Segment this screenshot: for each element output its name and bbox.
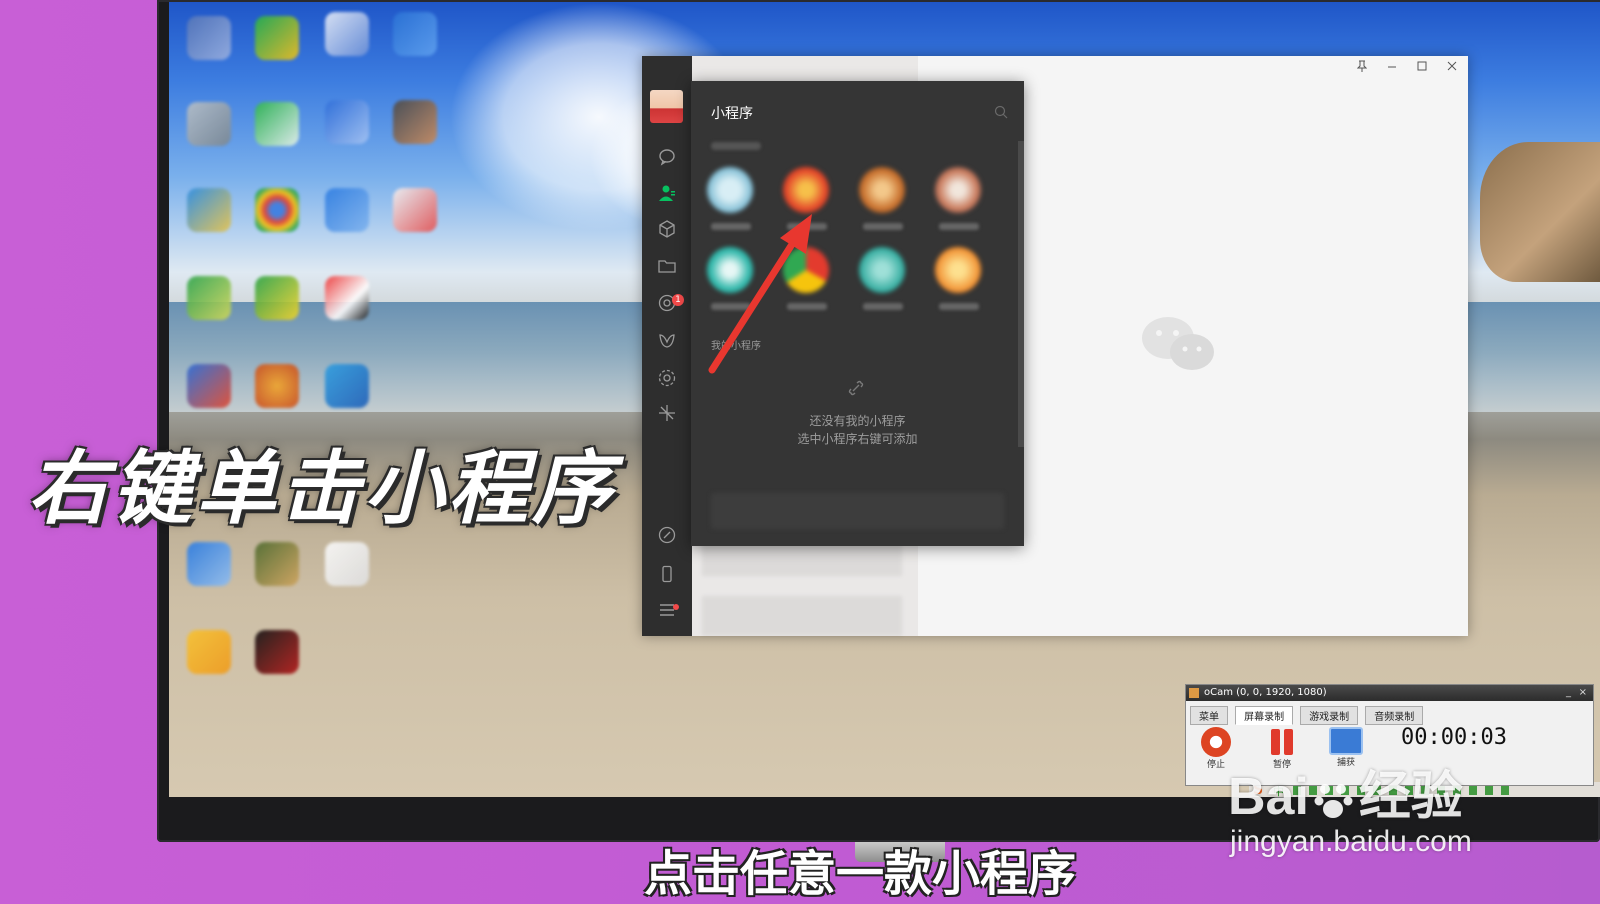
miniprogram-link-icon bbox=[846, 378, 866, 403]
contacts-icon[interactable] bbox=[657, 184, 677, 204]
empty-state-hint: 选中小程序右键可添加 bbox=[797, 432, 918, 446]
desktop-icon[interactable] bbox=[325, 188, 369, 232]
avatar[interactable] bbox=[650, 90, 683, 123]
desktop-icon[interactable] bbox=[255, 630, 299, 674]
search-icon[interactable] bbox=[994, 105, 1008, 119]
baidu-watermark: Bai 经验 bbox=[1228, 754, 1463, 829]
desktop-icon[interactable] bbox=[255, 102, 299, 146]
channels-icon[interactable] bbox=[657, 332, 677, 352]
phone-icon[interactable] bbox=[657, 565, 677, 585]
desktop-icon[interactable] bbox=[325, 364, 369, 408]
watermark-brand: Bai bbox=[1228, 768, 1309, 826]
desktop-icon[interactable] bbox=[325, 542, 369, 586]
pause-icon bbox=[1267, 727, 1297, 757]
recent-section-label bbox=[711, 142, 761, 150]
caption-click-any: 点击任意一款小程序 bbox=[643, 846, 1076, 902]
desktop-icon[interactable] bbox=[187, 364, 231, 408]
miniprogram-icon[interactable] bbox=[657, 369, 677, 389]
close-icon[interactable]: × bbox=[1579, 685, 1587, 701]
search-spark-icon[interactable] bbox=[657, 404, 677, 424]
miniprogram-item[interactable] bbox=[781, 247, 833, 327]
miniprogram-item[interactable] bbox=[705, 247, 757, 327]
recording-timer: 00:00:03 bbox=[1401, 725, 1507, 750]
desktop-icon[interactable] bbox=[325, 276, 369, 320]
wechat-logo-icon bbox=[1142, 317, 1214, 370]
record-stop-icon bbox=[1201, 727, 1231, 757]
panel-title: 小程序 bbox=[711, 106, 753, 122]
watermark-brand-jingyan: 经验 bbox=[1358, 768, 1463, 826]
miniprogram-item[interactable] bbox=[705, 167, 757, 247]
screen-capture-icon bbox=[1329, 727, 1363, 755]
desktop-icon[interactable] bbox=[255, 276, 299, 320]
desktop-icon[interactable] bbox=[255, 16, 299, 60]
ocam-logo-icon bbox=[1189, 688, 1199, 698]
folder-icon[interactable] bbox=[657, 257, 677, 277]
desktop-icon[interactable] bbox=[187, 102, 231, 146]
pin-icon[interactable] bbox=[1352, 60, 1372, 75]
box-icon[interactable] bbox=[657, 220, 677, 240]
desktop-icon[interactable] bbox=[187, 276, 231, 320]
desktop-icon[interactable] bbox=[187, 630, 231, 674]
miniprogram-item[interactable] bbox=[857, 167, 909, 247]
panel-scrollbar[interactable] bbox=[1018, 141, 1024, 447]
ocam-tabs: 菜单 屏幕录制 游戏录制 音频录制 bbox=[1190, 705, 1425, 725]
tab-game-record[interactable]: 游戏录制 bbox=[1300, 706, 1359, 725]
desktop-icon[interactable] bbox=[393, 100, 437, 144]
close-icon[interactable] bbox=[1442, 60, 1462, 75]
wallpaper-rock bbox=[1480, 142, 1600, 282]
tab-menu[interactable]: 菜单 bbox=[1190, 706, 1228, 725]
minimize-icon[interactable] bbox=[1382, 60, 1402, 75]
caption-right-click: 右键单击小程序 bbox=[28, 442, 616, 535]
panel-footer-item[interactable] bbox=[711, 493, 1004, 529]
miniprogram-panel: 小程序 我的小程序 还没有我的小程序 选中小程序右键可添加 bbox=[691, 81, 1024, 546]
wechat-sidebar: 1 bbox=[642, 56, 692, 636]
notification-badge: 1 bbox=[672, 294, 684, 306]
desktop-icon[interactable] bbox=[255, 542, 299, 586]
desktop-icon[interactable] bbox=[255, 364, 299, 408]
desktop-icon[interactable] bbox=[187, 188, 231, 232]
ocam-titlebar[interactable]: oCam (0, 0, 1920, 1080) _ × bbox=[1186, 685, 1593, 701]
miniprogram-item[interactable] bbox=[933, 167, 985, 247]
my-miniprograms-label: 我的小程序 bbox=[711, 341, 761, 352]
desktop-icon[interactable] bbox=[255, 188, 299, 232]
miniprogram-item[interactable] bbox=[857, 247, 909, 327]
minimize-icon[interactable]: _ bbox=[1566, 685, 1571, 701]
ocam-title: oCam (0, 0, 1920, 1080) bbox=[1204, 687, 1327, 698]
tab-audio-record[interactable]: 音频录制 bbox=[1365, 706, 1424, 725]
tab-screen-record[interactable]: 屏幕录制 bbox=[1235, 706, 1294, 725]
miniprogram-item[interactable] bbox=[781, 167, 833, 247]
desktop-icon[interactable] bbox=[393, 12, 437, 56]
baidu-paw-icon bbox=[1314, 784, 1353, 819]
list-item[interactable] bbox=[702, 596, 902, 636]
empty-state-text: 还没有我的小程序 bbox=[809, 414, 906, 428]
desktop-icon[interactable] bbox=[187, 16, 231, 60]
desktop-icon[interactable] bbox=[325, 12, 369, 56]
miniprogram-item[interactable] bbox=[933, 247, 985, 327]
desktop-icon[interactable] bbox=[393, 188, 437, 232]
desktop-icon[interactable] bbox=[325, 100, 369, 144]
link-icon[interactable] bbox=[657, 526, 677, 546]
maximize-icon[interactable] bbox=[1412, 60, 1432, 75]
chat-icon[interactable] bbox=[657, 148, 677, 168]
menu-notification-dot bbox=[673, 604, 679, 610]
caption-bottom: 点击任意一款小程序 bbox=[0, 834, 1600, 904]
desktop-icon[interactable] bbox=[187, 542, 231, 586]
